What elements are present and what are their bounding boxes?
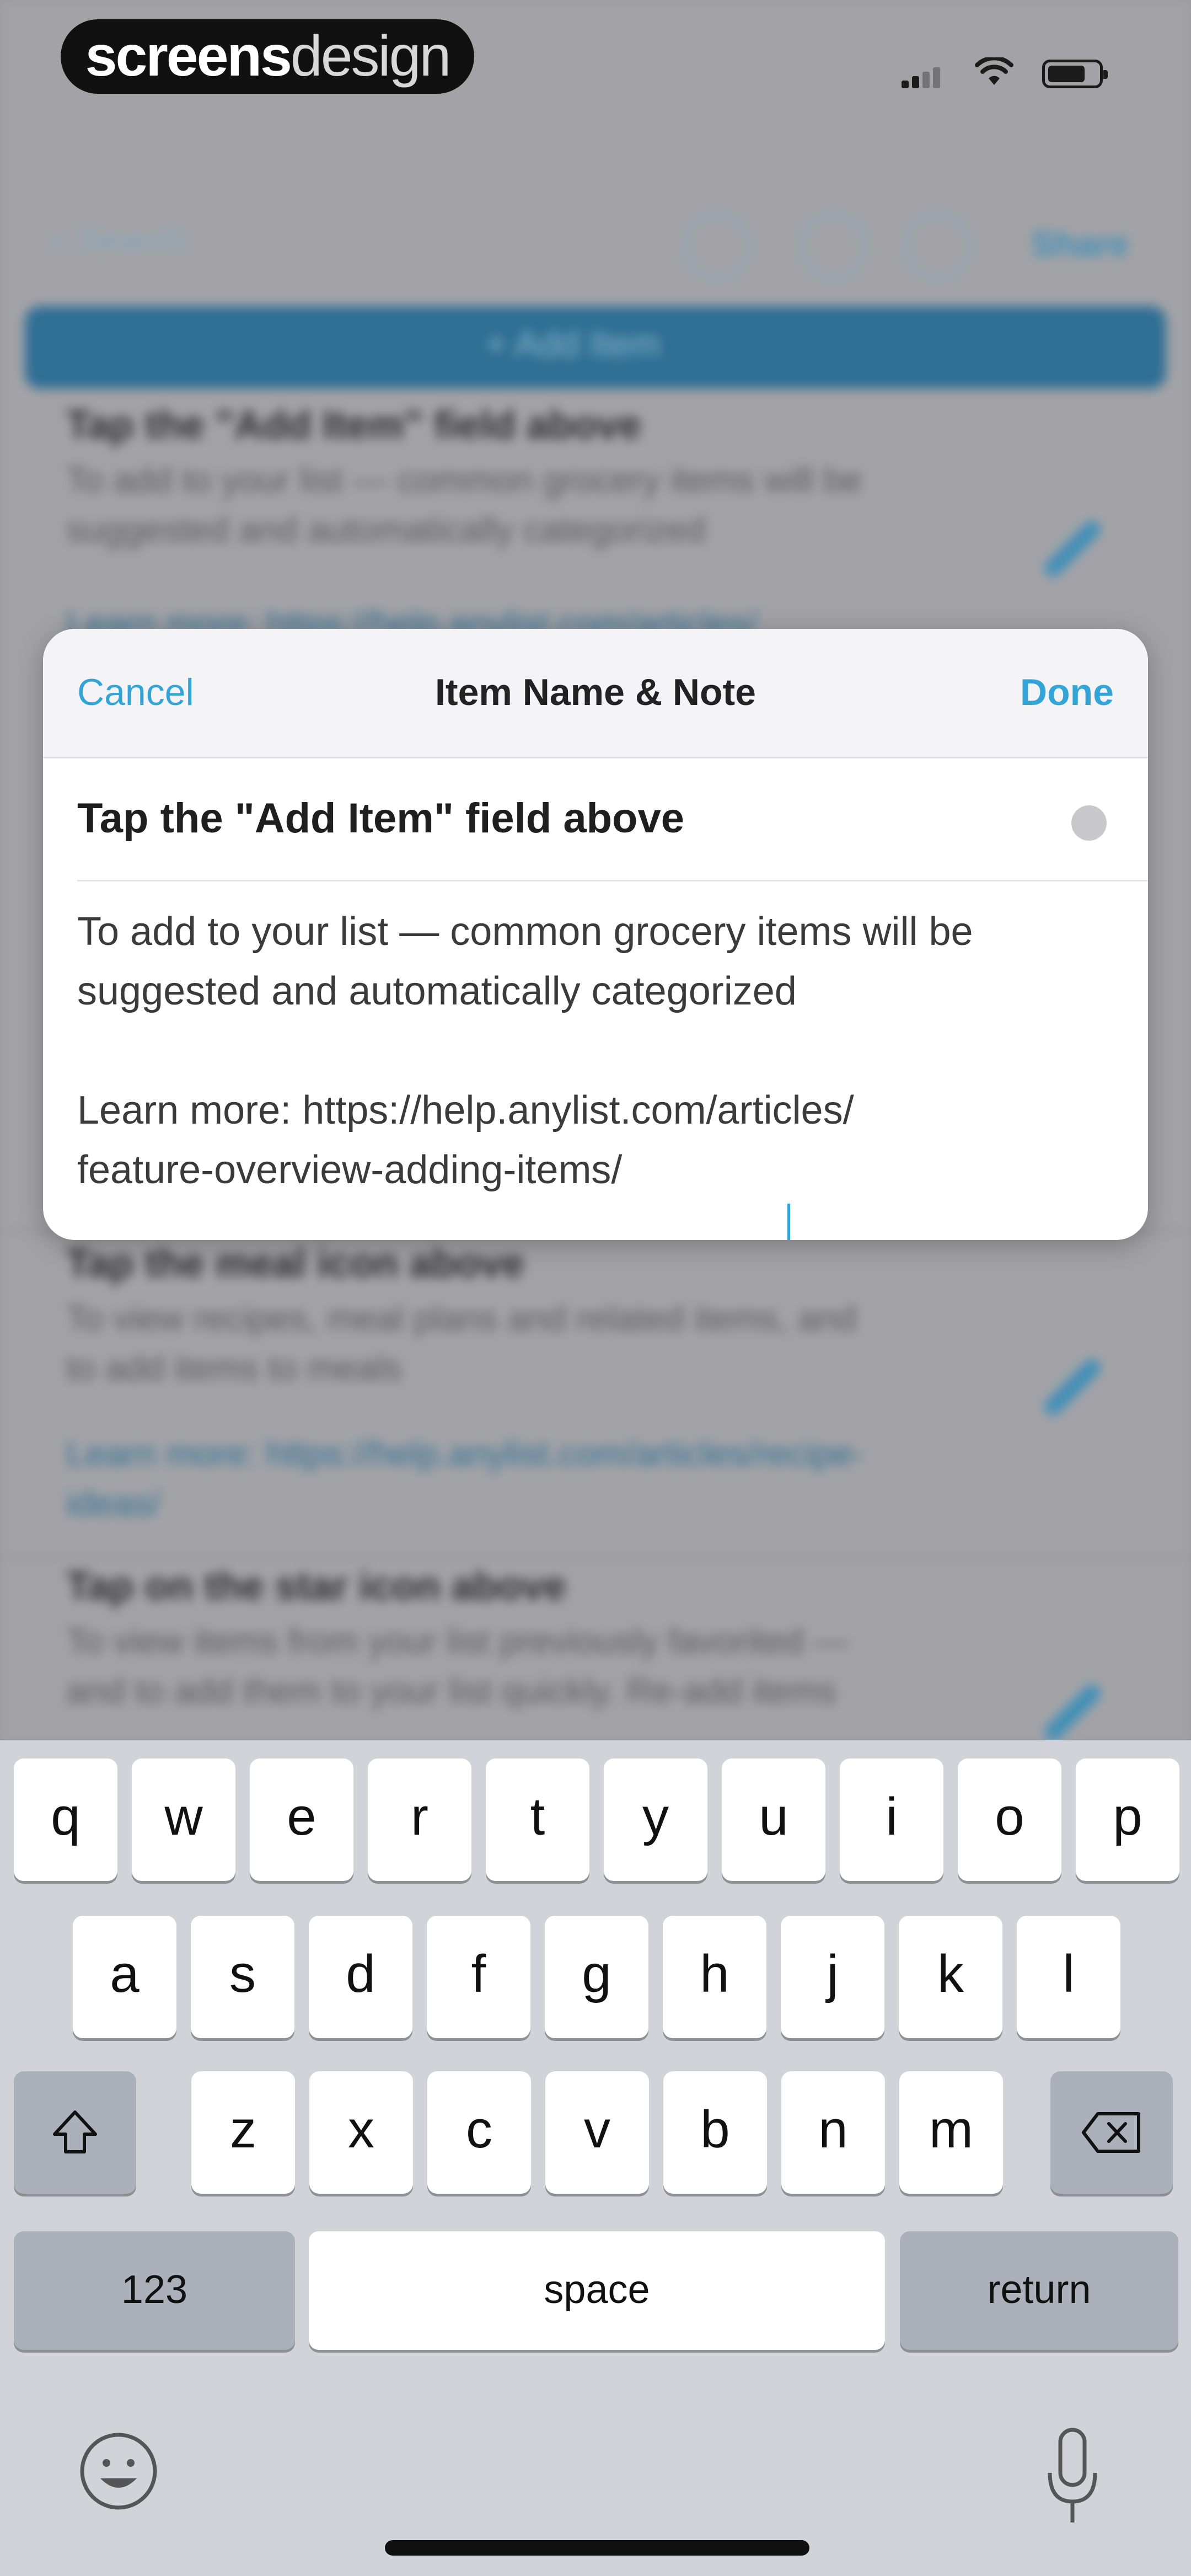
key-a[interactable]: a: [73, 1916, 176, 2038]
clear-text-icon[interactable]: [1071, 805, 1107, 841]
emoji-icon[interactable]: [77, 2430, 160, 2513]
list-item-link: Learn more: https://help.anylist.com/art…: [66, 1434, 865, 1523]
list-item-title: Tap the meal icon above: [66, 1242, 524, 1286]
done-button[interactable]: Done: [1020, 671, 1114, 714]
item-note-field[interactable]: To add to your list — common grocery ite…: [77, 902, 1119, 1200]
key-p[interactable]: p: [1076, 1759, 1179, 1881]
search-placeholder: Search: [78, 221, 187, 259]
key-w[interactable]: w: [132, 1759, 235, 1881]
wifi-icon: [975, 55, 1013, 94]
text-cursor: [787, 1204, 790, 1240]
share-button: Share: [1031, 224, 1129, 264]
return-key[interactable]: return: [900, 2231, 1178, 2350]
numbers-key[interactable]: 123: [14, 2231, 295, 2350]
home-indicator[interactable]: [385, 2540, 809, 2556]
edit-pencil-icon: [1041, 1681, 1104, 1744]
meal-icon: [800, 212, 867, 280]
key-h[interactable]: h: [663, 1916, 766, 2038]
key-y[interactable]: y: [604, 1759, 707, 1881]
search-field: ⌕ Search: [50, 221, 186, 260]
divider: [77, 880, 1148, 881]
key-o[interactable]: o: [958, 1759, 1061, 1881]
key-t[interactable]: t: [486, 1759, 589, 1881]
key-i[interactable]: i: [840, 1759, 943, 1881]
list-item-note: To view items from your list previously …: [66, 1621, 849, 1711]
key-z[interactable]: z: [191, 2071, 295, 2194]
list-item-note: To view recipes, meal plans and related …: [66, 1298, 857, 1388]
dialog-header: Cancel Item Name & Note Done: [43, 629, 1148, 758]
key-x[interactable]: x: [309, 2071, 413, 2194]
edit-pencil-icon: [1041, 517, 1104, 580]
microphone-icon[interactable]: [1042, 2424, 1103, 2529]
key-q[interactable]: q: [14, 1759, 117, 1881]
edit-pencil-icon: [1041, 1356, 1104, 1419]
list-item-note: To add to your list — common grocery ite…: [66, 460, 863, 549]
key-u[interactable]: u: [722, 1759, 825, 1881]
dialog-title: Item Name & Note: [435, 671, 756, 713]
delete-key[interactable]: [1050, 2071, 1173, 2194]
star-icon: [904, 212, 972, 280]
list-item-title: Tap the "Add Item" field above: [66, 403, 642, 447]
key-s[interactable]: s: [191, 1916, 294, 2038]
key-v[interactable]: v: [545, 2071, 649, 2194]
key-m[interactable]: m: [899, 2071, 1003, 2194]
space-key[interactable]: space: [309, 2231, 885, 2350]
key-g[interactable]: g: [545, 1916, 648, 2038]
recipe-icon: [684, 212, 751, 280]
key-r[interactable]: r: [368, 1759, 471, 1881]
key-c[interactable]: c: [427, 2071, 531, 2194]
key-d[interactable]: d: [309, 1916, 412, 2038]
key-j[interactable]: j: [781, 1916, 884, 2038]
plus-icon: +: [485, 323, 515, 364]
delete-icon: [1082, 2112, 1140, 2153]
item-name-field[interactable]: Tap the "Add Item" field above: [77, 794, 1037, 842]
key-n[interactable]: n: [781, 2071, 885, 2194]
key-k[interactable]: k: [899, 1916, 1002, 2038]
status-bar: screensdesign: [0, 0, 1191, 121]
list-item-title: Tap on the star icon above: [66, 1564, 566, 1608]
shift-icon: [53, 2110, 97, 2153]
shift-key[interactable]: [14, 2071, 136, 2194]
keyboard: qwertyuiop asdfghjkl zxcvbnm 123 space r…: [0, 1740, 1191, 2576]
screensdesign-logo: screensdesign: [61, 19, 474, 94]
search-icon: ⌕: [50, 221, 69, 259]
cellular-signal-icon: [902, 66, 940, 88]
key-b[interactable]: b: [663, 2071, 767, 2194]
item-name-note-dialog: Cancel Item Name & Note Done Tap the "Ad…: [43, 629, 1148, 1240]
key-e[interactable]: e: [250, 1759, 353, 1881]
battery-level: [1048, 66, 1085, 82]
battery-icon: [1042, 60, 1108, 88]
divider: [0, 1556, 1191, 1558]
add-item-label: + Add Item: [485, 323, 661, 364]
key-f[interactable]: f: [427, 1916, 530, 2038]
key-l[interactable]: l: [1017, 1916, 1120, 2038]
